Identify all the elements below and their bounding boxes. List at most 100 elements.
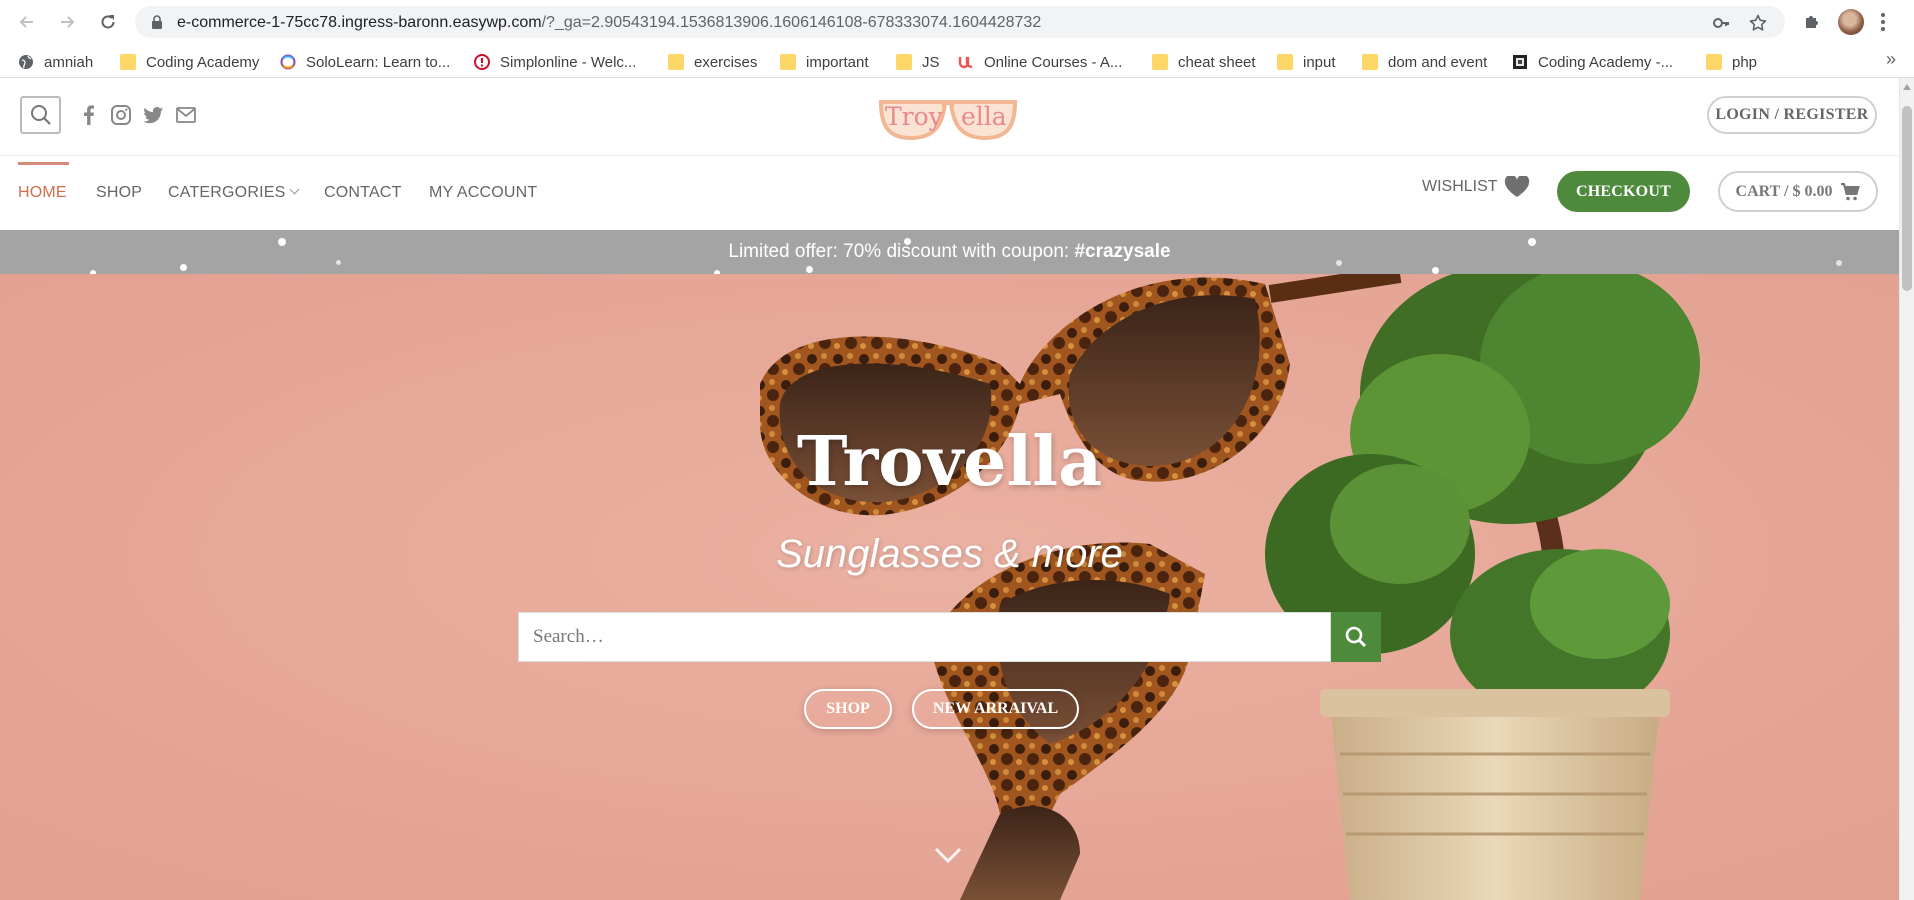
wishlist-link[interactable]: WISHLIST <box>1422 176 1530 198</box>
sololearn-icon <box>280 54 296 70</box>
folder-icon <box>1362 54 1378 70</box>
bookmark-label: SoloLearn: Learn to... <box>306 53 451 71</box>
nav-categories[interactable]: CATERGORIES <box>168 156 300 230</box>
bookmark-label: Coding Academy -... <box>1538 53 1674 71</box>
folder-icon <box>1706 54 1722 70</box>
nav-contact[interactable]: CONTACT <box>324 156 402 230</box>
bookmark-online-courses[interactable]: Online Courses - A... <box>958 50 1122 74</box>
site-logo[interactable]: Troy ella <box>873 88 1023 148</box>
menu-kebab-icon[interactable] <box>1880 10 1886 34</box>
forward-button[interactable] <box>52 7 82 37</box>
chevron-down-icon <box>290 184 300 195</box>
folder-icon <box>896 54 912 70</box>
bookmark-label: amniah <box>44 53 94 71</box>
page-scrollbar[interactable] <box>1899 78 1914 900</box>
bookmarks-bar: amniah Coding Academy SoloLearn: Learn t… <box>0 44 1914 78</box>
cart-label: CART / $ 0.00 <box>1735 182 1833 200</box>
folder-icon <box>1277 54 1293 70</box>
hero-search-submit[interactable] <box>1331 612 1381 662</box>
bookmark-label: dom and event <box>1388 53 1488 71</box>
page-icon <box>1513 55 1527 69</box>
bookmark-label: Online Courses - A... <box>984 53 1123 71</box>
back-button[interactable] <box>12 7 42 37</box>
snowflake-decoration <box>336 260 341 265</box>
lock-icon <box>152 15 162 29</box>
hero-shop-button[interactable]: SHOP <box>804 689 892 729</box>
hero-background-image <box>0 274 1899 900</box>
hero-banner: Trovella Sunglasses & more SHOP NEW ARRA… <box>0 274 1899 900</box>
udemy-icon <box>958 57 973 69</box>
bookmark-js[interactable]: JS <box>896 50 940 74</box>
simplon-icon <box>474 54 490 70</box>
nav-categories-label: CATERGORIES <box>168 184 286 201</box>
snowflake-decoration <box>806 266 813 273</box>
promo-message: Limited offer: 70% discount with coupon: <box>728 241 1075 262</box>
bookmark-coding-academy-2[interactable]: Coding Academy -... <box>1512 50 1673 74</box>
checkout-button[interactable]: CHECKOUT <box>1557 171 1690 212</box>
folder-icon <box>780 54 796 70</box>
snowflake-decoration <box>1528 238 1536 246</box>
snowflake-decoration <box>278 238 286 246</box>
globe-icon <box>19 55 33 69</box>
bookmark-php[interactable]: php <box>1706 50 1757 74</box>
folder-icon <box>1152 54 1168 70</box>
logo-text-left: Troy <box>885 102 944 131</box>
nav-home[interactable]: HOME <box>18 156 67 241</box>
instagram-icon[interactable] <box>110 104 132 126</box>
browser-toolbar: e-commerce-1-75cc78.ingress-baronn.easyw… <box>0 0 1914 44</box>
login-register-button[interactable]: LOGIN / REGISTER <box>1707 96 1877 134</box>
extensions-puzzle-icon[interactable] <box>1802 12 1822 32</box>
header-search-button[interactable] <box>20 96 61 134</box>
snowflake-decoration <box>1836 260 1842 266</box>
snowflake-decoration <box>1336 260 1342 266</box>
envelope-icon[interactable] <box>175 104 197 126</box>
bookmark-label: Coding Academy <box>146 53 260 71</box>
shopping-cart-icon <box>1841 182 1861 200</box>
reload-icon <box>101 15 115 29</box>
bookmarks-overflow-button[interactable]: » <box>1886 49 1896 70</box>
bookmark-sololearn[interactable]: SoloLearn: Learn to... <box>280 50 450 74</box>
bookmark-label: input <box>1303 53 1336 71</box>
star-icon[interactable] <box>1749 14 1767 32</box>
url-text: e-commerce-1-75cc78.ingress-baronn.easyw… <box>177 14 1041 32</box>
hero-new-arrival-button[interactable]: NEW ARRAIVAL <box>912 689 1079 729</box>
bookmark-dom-and-event[interactable]: dom and event <box>1362 50 1487 74</box>
nav-my-account[interactable]: MY ACCOUNT <box>429 156 537 230</box>
address-bar[interactable]: e-commerce-1-75cc78.ingress-baronn.easyw… <box>135 6 1785 38</box>
profile-avatar[interactable] <box>1838 9 1864 35</box>
nav-shop[interactable]: SHOP <box>96 156 142 230</box>
hero-title: Trovella <box>796 422 1103 502</box>
twitter-icon[interactable] <box>142 104 164 126</box>
snowflake-decoration <box>1432 267 1439 274</box>
bookmark-exercises[interactable]: exercises <box>668 50 757 74</box>
bookmark-simplonline[interactable]: Simplonline - Welc... <box>474 50 636 74</box>
key-icon[interactable] <box>1712 14 1730 32</box>
cart-button[interactable]: CART / $ 0.00 <box>1718 171 1878 212</box>
scroll-up-arrow-icon[interactable] <box>1903 84 1911 90</box>
bookmark-cheat-sheet[interactable]: cheat sheet <box>1152 50 1256 74</box>
bookmark-input[interactable]: input <box>1277 50 1336 74</box>
url-path: /?_ga=2.90543194.1536813906.1606146108-6… <box>541 14 1042 31</box>
bookmark-important[interactable]: important <box>780 50 869 74</box>
heart-icon <box>1504 176 1529 197</box>
bookmark-label: important <box>806 53 869 71</box>
snowflake-decoration <box>904 238 911 245</box>
facebook-icon[interactable] <box>78 104 100 126</box>
search-icon <box>1345 626 1367 648</box>
bookmark-label: Simplonline - Welc... <box>500 53 637 71</box>
wishlist-label: WISHLIST <box>1422 178 1498 195</box>
logo-text-right: ella <box>961 102 1007 131</box>
bookmark-label: cheat sheet <box>1178 53 1256 71</box>
url-host: e-commerce-1-75cc78.ingress-baronn.easyw… <box>177 14 542 31</box>
snowflake-decoration <box>180 264 187 271</box>
hero-subtitle: Sunglasses & more <box>776 532 1123 576</box>
scrollbar-thumb[interactable] <box>1902 106 1912 291</box>
folder-icon <box>668 54 684 70</box>
hero-search-input[interactable] <box>518 612 1331 662</box>
bookmark-amniah[interactable]: amniah <box>18 50 93 74</box>
bookmark-coding-academy[interactable]: Coding Academy <box>120 50 259 74</box>
bookmark-label: exercises <box>694 53 758 71</box>
reload-button[interactable] <box>93 7 123 37</box>
chevron-down-icon[interactable] <box>934 846 962 864</box>
bookmark-label: JS <box>922 53 940 71</box>
